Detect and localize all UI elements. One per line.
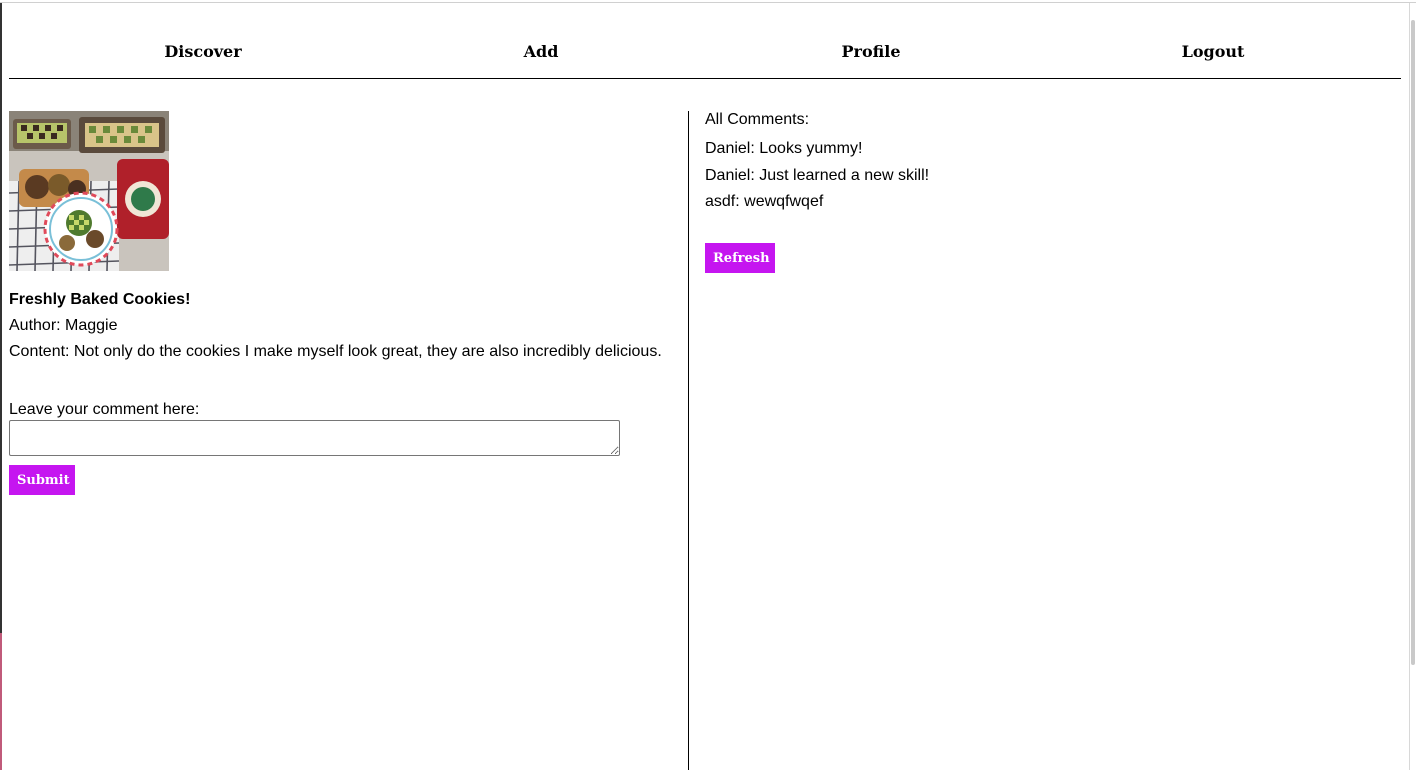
- post-content: Content: Not only do the cookies I make …: [9, 343, 662, 360]
- comment-textarea[interactable]: [9, 420, 620, 456]
- window-left-edge: [0, 3, 2, 633]
- nav-add[interactable]: Add: [524, 42, 559, 61]
- nav-discover[interactable]: Discover: [164, 42, 241, 61]
- comment-field-label: Leave your comment here:: [9, 401, 200, 418]
- top-navbar: Discover Add Profile Logout: [9, 30, 1401, 79]
- post-panel: Freshly Baked Cookies! Author: Maggie Co…: [9, 111, 679, 495]
- submit-button[interactable]: Submit: [9, 465, 75, 495]
- post-title: Freshly Baked Cookies!: [9, 291, 191, 308]
- top-border: [0, 2, 1416, 3]
- comment-item: asdf: wewqfwqef: [705, 193, 824, 210]
- window-right-edge: [1409, 3, 1410, 770]
- nav-logout[interactable]: Logout: [1182, 42, 1245, 61]
- browser-viewport: Discover Add Profile Logout Freshly Bake…: [0, 0, 1416, 770]
- window-left-edge-bottom: [0, 633, 2, 770]
- refresh-button[interactable]: Refresh: [705, 243, 775, 273]
- nav-profile[interactable]: Profile: [841, 42, 900, 61]
- column-divider: [688, 111, 689, 770]
- comments-heading: All Comments:: [705, 111, 810, 128]
- scrollbar-thumb[interactable]: [1411, 20, 1415, 665]
- comment-item: Daniel: Looks yummy!: [705, 140, 863, 157]
- comment-item: Daniel: Just learned a new skill!: [705, 166, 930, 184]
- post-image: [9, 111, 169, 271]
- post-author: Author: Maggie: [9, 317, 118, 334]
- comment-list: Daniel: Looks yummy! Daniel: Just learne…: [705, 140, 929, 220]
